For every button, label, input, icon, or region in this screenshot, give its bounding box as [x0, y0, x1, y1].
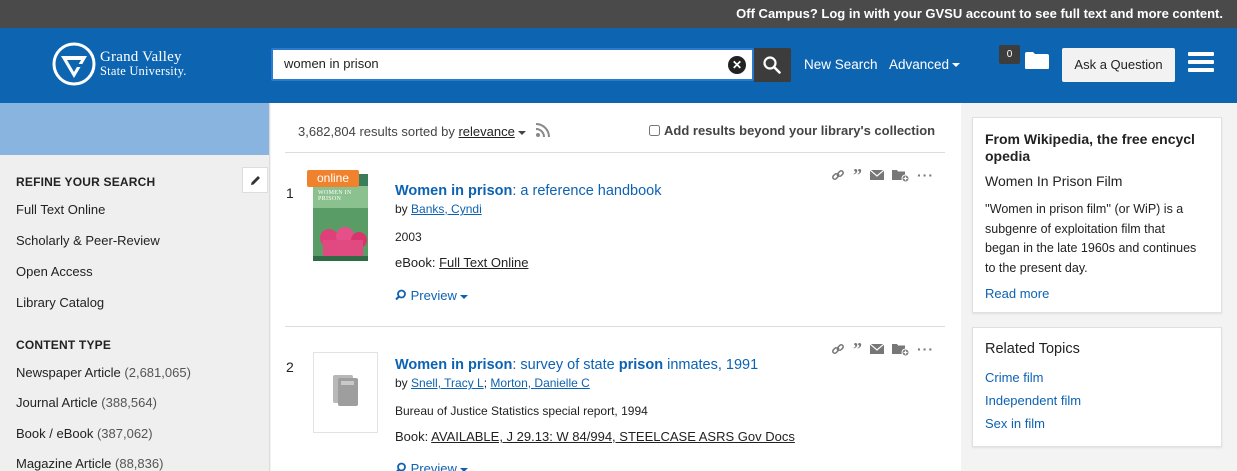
chevron-down-icon — [459, 467, 468, 471]
logo-line2: State University. — [100, 64, 187, 78]
content-type-heading: CONTENT TYPE — [16, 338, 112, 352]
folder-icon[interactable] — [1024, 50, 1050, 70]
gvsu-logo-icon — [52, 42, 96, 86]
related-topic-crime-film[interactable]: Crime film — [985, 370, 1044, 385]
clear-search-icon[interactable]: ✕ — [728, 56, 746, 74]
book-placeholder-icon — [333, 375, 358, 406]
header: Grand Valley State University. ✕ New Sea… — [0, 28, 1237, 103]
link-icon[interactable] — [831, 342, 845, 356]
related-heading: Related Topics — [985, 341, 1080, 357]
divider — [285, 152, 945, 153]
preview-toggle[interactable]: Preview — [395, 288, 468, 303]
new-search-link[interactable]: New Search — [804, 57, 878, 72]
full-text-online-link[interactable]: Full Text Online — [439, 255, 528, 270]
content-type-book[interactable]: Book / eBook (387,062) — [16, 426, 153, 441]
save-to-folder-icon[interactable] — [892, 168, 909, 182]
beyond-collection-toggle[interactable]: Add results beyond your library's collec… — [649, 123, 935, 138]
result-format: Book: AVAILABLE, J 29.13: W 84/994, STEE… — [395, 429, 795, 444]
related-topic-independent-film[interactable]: Independent film — [985, 393, 1081, 408]
author-link[interactable]: Morton, Danielle C — [490, 376, 589, 390]
cite-icon[interactable]: ” — [853, 166, 862, 184]
more-options-icon[interactable]: ··· — [917, 341, 934, 357]
content-type-newspaper[interactable]: Newspaper Article (2,681,065) — [16, 365, 191, 380]
advanced-search-link[interactable]: Advanced — [889, 57, 961, 72]
edit-refinements-button[interactable] — [242, 167, 268, 193]
rss-icon[interactable] — [535, 123, 551, 138]
logo-line1: Grand Valley — [100, 49, 182, 65]
wiki-subtitle: Women In Prison Film — [985, 173, 1123, 189]
cite-icon[interactable]: ” — [853, 340, 862, 358]
beyond-collection-checkbox[interactable] — [649, 125, 660, 136]
saved-items-count: 0 — [999, 45, 1020, 64]
wikipedia-card: From Wikipedia, the free encycl opedia Wo… — [972, 117, 1222, 313]
refine-heading: REFINE YOUR SEARCH — [16, 175, 156, 189]
online-badge: online — [307, 170, 359, 187]
divider — [285, 326, 945, 327]
content-type-journal[interactable]: Journal Article (388,564) — [16, 395, 157, 410]
refine-library-catalog[interactable]: Library Catalog — [16, 295, 104, 310]
wiki-summary: ''Women in prison film'' (or WiP) is a s… — [985, 202, 1197, 275]
more-options-icon[interactable]: ··· — [917, 167, 934, 183]
related-topic-sex-in-film[interactable]: Sex in film — [985, 416, 1045, 431]
search-icon — [763, 56, 781, 74]
result-title-link[interactable]: Women in prison: survey of state prison … — [395, 357, 758, 373]
wiki-heading: From Wikipedia, the free encycl opedia — [985, 131, 1195, 164]
chevron-down-icon — [459, 294, 468, 299]
email-icon[interactable] — [870, 170, 884, 180]
refine-full-text-online[interactable]: Full Text Online — [16, 202, 105, 217]
author-link[interactable]: Banks, Cyndi — [411, 202, 482, 216]
sort-dropdown[interactable]: relevance — [458, 124, 526, 139]
link-icon[interactable] — [831, 168, 845, 182]
chevron-down-icon — [517, 130, 526, 135]
ask-question-button[interactable]: Ask a Question — [1062, 48, 1175, 82]
gvsu-logo[interactable]: Grand Valley State University. — [52, 42, 187, 86]
results-summary: 3,682,804 results sorted by relevance — [298, 123, 551, 139]
availability-link[interactable]: AVAILABLE, J 29.13: W 84/994, STEELCASE … — [431, 429, 795, 444]
magnifier-icon — [396, 462, 406, 471]
results-panel: 3,682,804 results sorted by relevance Ad… — [271, 103, 961, 471]
right-column: From Wikipedia, the free encycl opedia Wo… — [962, 103, 1237, 471]
search-button[interactable] — [754, 48, 791, 82]
result-series: Bureau of Justice Statistics special rep… — [395, 404, 648, 418]
result-authors: by Snell, Tracy L; Morton, Danielle C — [395, 376, 590, 390]
pencil-icon — [251, 176, 260, 185]
refine-open-access[interactable]: Open Access — [16, 264, 93, 279]
preview-toggle[interactable]: Preview — [395, 461, 468, 471]
result-actions: ” ··· — [831, 340, 934, 358]
result-title-link[interactable]: Women in prison: a reference handbook — [395, 183, 662, 199]
refine-scholarly[interactable]: Scholarly & Peer-Review — [16, 233, 160, 248]
sidebar: REFINE YOUR SEARCH Full Text Online Scho… — [0, 103, 270, 471]
save-to-folder-icon[interactable] — [892, 342, 909, 356]
book-cover-thumbnail[interactable]: WOMEN IN PRISON online — [307, 170, 368, 261]
related-topics-card: Related Topics Crime film Independent fi… — [972, 327, 1222, 447]
read-more-link[interactable]: Read more — [985, 286, 1049, 301]
result-format: eBook: Full Text Online — [395, 255, 529, 270]
result-number: 2 — [286, 359, 294, 375]
magnifier-icon — [395, 289, 406, 301]
result-number: 1 — [286, 185, 294, 201]
sidebar-band — [0, 103, 269, 155]
cover-title: WOMEN IN PRISON — [318, 190, 352, 202]
hamburger-menu-icon[interactable] — [1188, 52, 1214, 76]
top-notice-bar: Off Campus? Log in with your GVSU accoun… — [0, 0, 1237, 28]
generic-cover-thumbnail[interactable] — [313, 352, 378, 433]
content-type-magazine[interactable]: Magazine Article (88,836) — [16, 456, 163, 471]
result-actions: ” ··· — [831, 166, 934, 184]
search-input[interactable] — [284, 56, 704, 71]
off-campus-notice[interactable]: Off Campus? Log in with your GVSU accoun… — [736, 6, 1223, 21]
result-year: 2003 — [395, 230, 422, 244]
chevron-down-icon — [952, 63, 961, 68]
email-icon[interactable] — [870, 344, 884, 354]
search-box: ✕ — [271, 48, 754, 81]
author-link[interactable]: Snell, Tracy L — [411, 376, 484, 390]
book-cover-image — [313, 174, 368, 261]
result-authors: by Banks, Cyndi — [395, 202, 482, 216]
